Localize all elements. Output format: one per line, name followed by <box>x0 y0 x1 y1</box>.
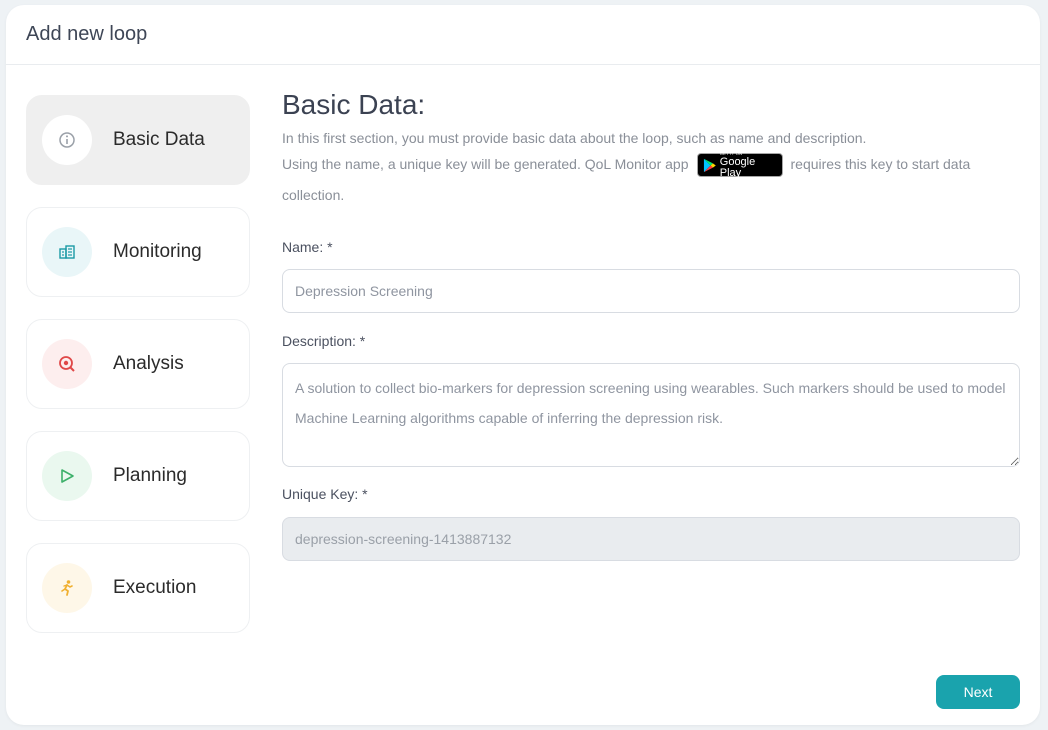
unique-key-field <box>282 517 1020 561</box>
card-header: Add new loop <box>6 5 1040 65</box>
basic-data-form: Basic Data: In this first section, you m… <box>282 89 1020 561</box>
description-label: Description: * <box>282 333 366 349</box>
intro-line-2-pre: Using the name, a unique key will be gen… <box>282 156 689 172</box>
step-label: Monitoring <box>113 241 202 262</box>
google-play-icon <box>703 158 716 172</box>
building-chart-icon <box>42 227 92 277</box>
step-label: Analysis <box>113 353 184 374</box>
step-planning[interactable]: Planning <box>26 431 250 521</box>
step-basic-data[interactable]: Basic Data <box>26 95 250 185</box>
unique-key-label: Unique Key: * <box>282 486 368 502</box>
section-title: Basic Data: <box>282 89 426 120</box>
name-label: Name: * <box>282 239 333 255</box>
running-person-icon <box>42 563 92 613</box>
step-execution[interactable]: Execution <box>26 543 250 633</box>
info-icon <box>42 115 92 165</box>
intro-line-1: In this first section, you must provide … <box>282 130 867 146</box>
step-monitoring[interactable]: Monitoring <box>26 207 250 297</box>
target-search-icon <box>42 339 92 389</box>
page-title: Add new loop <box>26 23 148 45</box>
step-label: Execution <box>113 577 197 598</box>
google-play-badge[interactable]: GET IT ON Google Play <box>696 151 783 179</box>
description-field[interactable]: A solution to collect bio-markers for de… <box>282 363 1020 467</box>
step-label: Planning <box>113 465 187 486</box>
add-loop-card: Add new loop Basic Data Monitoring Analy… <box>6 5 1040 725</box>
play-icon <box>42 451 92 501</box>
next-button[interactable]: Next <box>936 675 1020 709</box>
step-label: Basic Data <box>113 129 205 150</box>
step-analysis[interactable]: Analysis <box>26 319 250 409</box>
name-field[interactable] <box>282 269 1020 313</box>
google-play-big-text: Google Play <box>719 155 756 179</box>
section-description: In this first section, you must provide … <box>282 127 1020 211</box>
